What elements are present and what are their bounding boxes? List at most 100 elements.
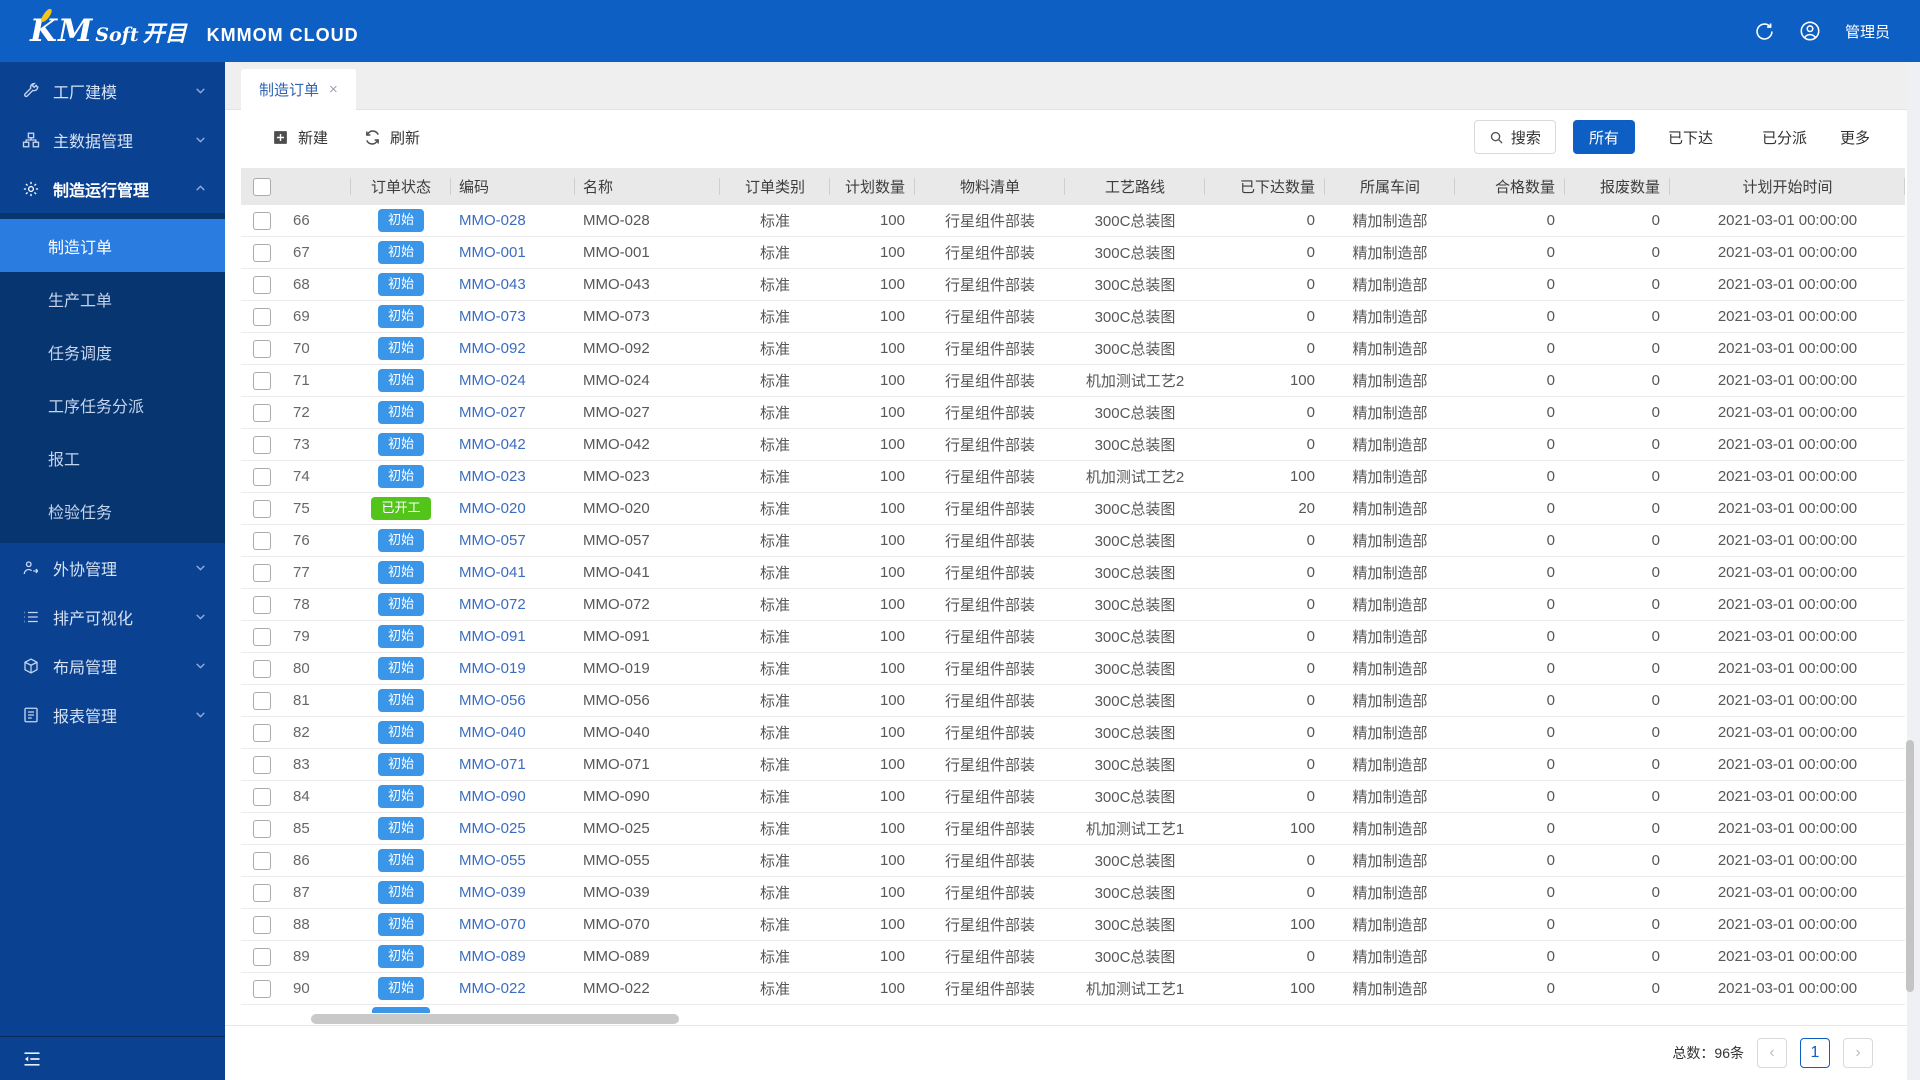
order-code-link[interactable]: MMO-070 [459,916,526,933]
row-checkbox[interactable] [253,884,271,902]
column-header-row_no[interactable] [285,168,351,205]
column-header-check[interactable] [241,168,285,205]
order-code-link[interactable]: MMO-020 [459,500,526,517]
row-checkbox[interactable] [253,852,271,870]
row-checkbox[interactable] [253,692,271,710]
row-checkbox[interactable] [253,340,271,358]
search-button[interactable]: 搜索 [1474,120,1556,154]
order-code-link[interactable]: MMO-092 [459,340,526,357]
current-page-button[interactable]: 1 [1800,1038,1830,1068]
sidebar-item[interactable]: 制造运行管理 [0,164,225,213]
order-code-link[interactable]: MMO-043 [459,276,526,293]
row-checkbox[interactable] [253,820,271,838]
select-all-checkbox[interactable] [253,178,271,196]
sidebar-subitem[interactable]: 生产工单 [0,272,225,325]
cell-qualified_qty: 0 [1455,397,1565,428]
order-code-link[interactable]: MMO-090 [459,788,526,805]
order-code-link[interactable]: MMO-019 [459,660,526,677]
sidebar-subitem[interactable]: 报工 [0,431,225,484]
sidebar-item[interactable]: 外协管理 [0,543,225,592]
tab-manufacturing-orders[interactable]: 制造订单 × [241,69,356,110]
cell-plan_qty: 100 [830,941,915,972]
order-code-link[interactable]: MMO-057 [459,532,526,549]
column-header-code[interactable]: 编码 [451,168,575,205]
more-button[interactable]: 更多 [1840,127,1870,148]
column-header-qualified_qty[interactable]: 合格数量 [1455,168,1565,205]
prev-page-button[interactable]: ‹ [1757,1038,1787,1068]
sidebar-item[interactable]: 工厂建模 [0,66,225,115]
column-header-plan_qty[interactable]: 计划数量 [830,168,915,205]
order-code-link[interactable]: MMO-055 [459,852,526,869]
order-code-link[interactable]: MMO-022 [459,980,526,997]
sidebar-subitem[interactable]: 制造订单 [0,219,225,272]
refresh-button[interactable]: 刷新 [364,127,420,148]
row-checkbox[interactable] [253,500,271,518]
sidebar-item[interactable]: 主数据管理 [0,115,225,164]
filter-button[interactable]: 所有 [1573,120,1635,154]
order-code-link[interactable]: MMO-028 [459,212,526,229]
order-code-link[interactable]: MMO-071 [459,756,526,773]
order-code-link[interactable]: MMO-042 [459,436,526,453]
column-header-issued_qty[interactable]: 已下达数量 [1205,168,1325,205]
filter-button[interactable]: 已下达 [1652,120,1729,154]
column-header-workshop[interactable]: 所属车间 [1325,168,1455,205]
row-checkbox[interactable] [253,628,271,646]
cell-code: MMO-039 [451,877,575,908]
row-checkbox[interactable] [253,436,271,454]
horizontal-scrollbar-thumb[interactable] [311,1014,679,1024]
user-avatar-icon[interactable] [1799,20,1821,42]
sidebar-subitem[interactable]: 检验任务 [0,484,225,537]
order-code-link[interactable]: MMO-040 [459,724,526,741]
column-header-start_time[interactable]: 计划开始时间 [1670,168,1905,205]
collapse-sidebar-icon[interactable] [22,1049,42,1069]
sidebar-subitem[interactable]: 工序任务分派 [0,378,225,431]
order-code-link[interactable]: MMO-039 [459,884,526,901]
order-code-link[interactable]: MMO-073 [459,308,526,325]
order-code-link[interactable]: MMO-001 [459,244,526,261]
row-checkbox[interactable] [253,756,271,774]
refresh-icon[interactable] [1754,21,1775,42]
row-checkbox[interactable] [253,372,271,390]
order-code-link[interactable]: MMO-089 [459,948,526,965]
next-page-button[interactable]: › [1843,1038,1873,1068]
row-checkbox[interactable] [253,788,271,806]
column-header-route[interactable]: 工艺路线 [1065,168,1205,205]
row-checkbox[interactable] [253,404,271,422]
order-code-link[interactable]: MMO-056 [459,692,526,709]
vertical-scrollbar-thumb[interactable] [1906,740,1914,992]
order-code-link[interactable]: MMO-024 [459,372,526,389]
row-checkbox[interactable] [253,308,271,326]
username[interactable]: 管理员 [1845,21,1890,42]
column-header-scrap_qty[interactable]: 报废数量 [1565,168,1670,205]
order-code-link[interactable]: MMO-041 [459,564,526,581]
new-button[interactable]: 新建 [272,127,328,148]
row-checkbox[interactable] [253,532,271,550]
row-checkbox[interactable] [253,564,271,582]
sidebar-item[interactable]: 报表管理 [0,690,225,739]
row-checkbox[interactable] [253,916,271,934]
order-code-link[interactable]: MMO-072 [459,596,526,613]
column-header-type[interactable]: 订单类别 [720,168,830,205]
row-checkbox[interactable] [253,244,271,262]
column-header-status[interactable]: 订单状态 [351,168,451,205]
tab-close-icon[interactable]: × [329,81,338,98]
row-checkbox[interactable] [253,276,271,294]
filter-button[interactable]: 已分派 [1746,120,1823,154]
row-checkbox[interactable] [253,948,271,966]
order-code-link[interactable]: MMO-023 [459,468,526,485]
column-header-bom[interactable]: 物料清单 [915,168,1065,205]
sidebar-item[interactable]: 排产可视化 [0,592,225,641]
row-checkbox[interactable] [253,596,271,614]
order-code-link[interactable]: MMO-091 [459,628,526,645]
column-header-name[interactable]: 名称 [575,168,720,205]
row-checkbox[interactable] [253,660,271,678]
sidebar-item[interactable]: 布局管理 [0,641,225,690]
table-row: 68初始MMO-043MMO-043标准100行星组件部装300C总装图0精加制… [241,269,1905,301]
row-checkbox[interactable] [253,468,271,486]
row-checkbox[interactable] [253,724,271,742]
order-code-link[interactable]: MMO-025 [459,820,526,837]
sidebar-subitem[interactable]: 任务调度 [0,325,225,378]
row-checkbox[interactable] [253,980,271,998]
row-checkbox[interactable] [253,212,271,230]
order-code-link[interactable]: MMO-027 [459,404,526,421]
